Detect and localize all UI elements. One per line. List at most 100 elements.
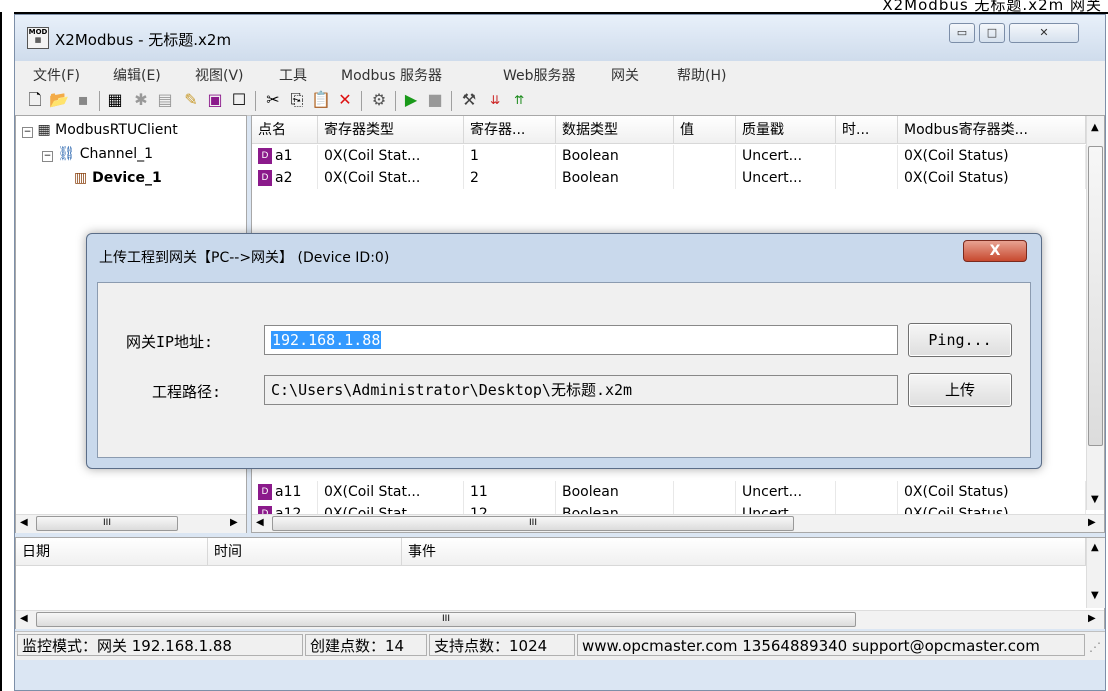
point-icon: D [258,484,272,500]
log-vscrollbar[interactable]: ▲ ▼ [1086,538,1105,608]
tree-hscrollbar[interactable]: ◀ III ▶ [16,514,246,533]
menu-tools[interactable]: 工具 [279,65,307,85]
delete-icon[interactable]: ✕ [335,90,355,110]
cut-icon[interactable]: ✂ [263,90,283,110]
scroll-up-icon[interactable]: ▲ [1091,542,1099,553]
table-row[interactable]: Da2 0X(Coil Stat... 2 Boolean Uncert... … [252,167,1086,189]
open-folder-icon[interactable]: 📂 [49,90,69,110]
collapse-icon[interactable]: − [42,151,53,162]
new-point-icon[interactable]: ✎ [181,90,201,110]
cell-register-address: 2 [464,167,556,189]
cell-value [674,481,736,503]
status-supported-points: 支持点数：1024 [429,634,575,656]
menu-web-server[interactable]: Web服务器 [503,65,576,85]
table-hscroll-thumb[interactable]: III [272,516,794,531]
device-icon: ▥ [74,170,88,186]
close-button[interactable]: ✕ [1009,23,1079,43]
tree-channel-node[interactable]: − ⛓ Channel_1 [42,146,153,162]
table-vscrollbar[interactable]: ▲ ▼ [1086,116,1104,510]
cell-time [836,167,898,189]
channel-icon: ⛓ [57,146,76,162]
resize-grip-icon[interactable]: ⋰ [1089,640,1101,654]
cell-value [674,167,736,189]
tree-hscroll-thumb[interactable]: III [36,516,178,531]
paste-icon[interactable]: 📋 [311,90,331,110]
cell-point-name: Da1 [252,145,318,167]
col-register-type[interactable]: 寄存器类型 [318,116,464,144]
toolbar-separator [451,91,452,111]
col-data-type[interactable]: 数据类型 [556,116,674,144]
save-icon[interactable]: ▪ [73,90,93,110]
table-vscroll-thumb[interactable] [1088,146,1103,446]
scroll-down-icon[interactable]: ▼ [1091,494,1099,505]
cell-register-type: 0X(Coil Stat... [318,481,464,503]
col-time[interactable]: 时... [836,116,898,144]
menu-view[interactable]: 视图(V) [195,65,244,85]
menu-modbus-server[interactable]: Modbus 服务器 [341,65,442,85]
scroll-down-icon[interactable]: ▼ [1091,590,1099,601]
run-icon[interactable]: ▶ [401,90,421,110]
cell-point-name: Da2 [252,167,318,189]
toolbar-separator [395,91,396,111]
col-date[interactable]: 日期 [16,538,208,566]
ping-button[interactable]: Ping... [908,323,1012,357]
col-event[interactable]: 事件 [402,538,1086,566]
log-hscrollbar[interactable]: ◀ III ▶ [16,610,1104,629]
table-row[interactable]: Da1 0X(Coil Stat... 1 Boolean Uncert... … [252,145,1086,167]
table-hscrollbar[interactable]: ◀ III ▶ [252,514,1104,532]
scroll-up-icon[interactable]: ▲ [1091,122,1099,133]
load-icon[interactable]: ⇊ [485,90,505,110]
path-label: 工程路径: [152,383,222,401]
scroll-left-icon[interactable]: ◀ [256,517,264,528]
toolbar-separator [255,91,256,111]
new-file-icon[interactable]: 🗋 [25,90,45,110]
col-log-time[interactable]: 时间 [208,538,402,566]
log-hscroll-thumb[interactable]: III [36,612,856,627]
upload-icon[interactable]: ⇈ [509,90,529,110]
scroll-right-icon[interactable]: ▶ [230,517,238,528]
scroll-right-icon[interactable]: ▶ [1088,517,1096,528]
left-rule [0,12,2,691]
window-title: X2Modbus - 无标题.x2m [55,31,232,49]
cell-quality: Uncert... [736,145,836,167]
minimize-button[interactable]: ▭ [949,23,975,43]
tree-device-node[interactable]: ▥ Device_1 [74,170,162,186]
tools-icon[interactable]: ⚒ [459,90,479,110]
server-icon: ▦ [37,122,51,138]
stop-icon[interactable]: ■ [425,90,445,110]
scroll-left-icon[interactable]: ◀ [20,517,28,528]
add-group-icon[interactable]: ▤ [155,90,175,110]
monitor-icon[interactable]: ⚙ [369,90,389,110]
col-value[interactable]: 值 [674,116,736,144]
maximize-button[interactable]: □ [979,23,1005,43]
scroll-right-icon[interactable]: ▶ [1088,613,1096,624]
col-quality[interactable]: 质量戳 [736,116,836,144]
upload-button[interactable]: 上传 [908,373,1012,407]
cell-quality: Uncert... [736,481,836,503]
table-row[interactable]: Da11 0X(Coil Stat... 11 Boolean Uncert..… [252,481,1086,503]
menu-help[interactable]: 帮助(H) [677,65,726,85]
properties-icon[interactable]: ☐ [229,90,249,110]
gateway-ip-input[interactable]: 192.168.1.88 [264,325,898,355]
dialog-close-button[interactable]: X [963,240,1027,262]
tree-root-node[interactable]: − ▦ ModbusRTUClient [22,122,178,138]
tree-channel-label: Channel_1 [79,146,154,162]
col-point-name[interactable]: 点名 [252,116,318,144]
scroll-left-icon[interactable]: ◀ [20,613,28,624]
col-modbus-register-type[interactable]: Modbus寄存器类... [898,116,1086,144]
add-channel-icon[interactable]: ▦ [105,90,125,110]
menu-edit[interactable]: 编辑(E) [113,65,161,85]
menu-bar: 文件(F) 编辑(E) 视图(V) 工具 Modbus 服务器 Web服务器 网… [15,61,1105,86]
ip-value: 192.168.1.88 [271,331,382,349]
status-contact: www.opcmaster.com 13564889340 support@op… [577,634,1085,656]
menu-file[interactable]: 文件(F) [33,65,80,85]
collapse-icon[interactable]: − [22,127,33,138]
upload-dialog: 上传工程到网关【PC-->网关】 (Device ID:0) X 网关IP地址:… [86,233,1042,469]
add-device-icon[interactable]: ✱ [131,90,151,110]
copy-icon[interactable]: ⎘ [287,90,307,110]
menu-gateway[interactable]: 网关 [611,65,639,85]
project-path-field: C:\Users\Administrator\Desktop\无标题.x2m [264,375,898,405]
status-created-points: 创建点数：14 [305,634,427,656]
batch-point-icon[interactable]: ▣ [205,90,225,110]
col-register-address[interactable]: 寄存器... [464,116,556,144]
